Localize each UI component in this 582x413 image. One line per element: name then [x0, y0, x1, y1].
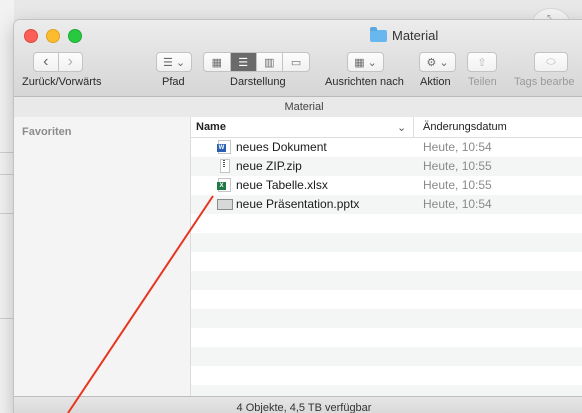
file-rows: neues Dokument Heute, 10:54 neue ZIP.zip… [191, 138, 582, 404]
empty-row [191, 252, 582, 271]
icon-view-icon[interactable]: ▦ [204, 53, 231, 71]
arrange-label: Ausrichten nach [325, 76, 404, 88]
tags-button[interactable]: ⬭ [534, 52, 568, 72]
chevron-down-icon: ⌄ [175, 56, 186, 69]
share-label: Teilen [468, 76, 497, 88]
path-list-icon: ☰ [162, 56, 173, 69]
share-icon: ⇧ [477, 56, 487, 69]
sidebar: Favoriten [14, 117, 191, 397]
file-list: Name ⌄ Änderungsdatum neues Dokument Heu… [191, 117, 582, 404]
file-date: Heute, 10:55 [423, 178, 492, 192]
empty-row [191, 309, 582, 328]
sidebar-heading-favorites: Favoriten [22, 126, 72, 138]
path-bar: Material [14, 97, 582, 118]
empty-row [191, 214, 582, 233]
arrange-button[interactable]: ▦ ⌄ [347, 52, 384, 72]
table-row[interactable]: neue Tabelle.xlsx Heute, 10:55 [191, 176, 582, 195]
back-forward-control: ‹ › [33, 52, 83, 72]
empty-row [191, 366, 582, 385]
view-label: Darstellung [230, 76, 286, 88]
empty-row [191, 347, 582, 366]
column-header-name[interactable]: Name [196, 121, 226, 133]
minimize-button[interactable] [46, 29, 60, 43]
action-button[interactable]: ⚙ ⌄ [419, 52, 456, 72]
empty-row [191, 328, 582, 347]
file-name: neue Präsentation.pptx [236, 197, 360, 211]
path-label: Pfad [162, 76, 185, 88]
arrange-grid-icon: ▦ [354, 56, 365, 69]
word-document-icon [217, 140, 231, 154]
back-button[interactable]: ‹ [34, 53, 59, 71]
gear-icon: ⚙ [426, 56, 437, 69]
tag-icon: ⬭ [546, 55, 556, 68]
empty-row [191, 290, 582, 309]
chevron-down-icon: ⌄ [439, 56, 449, 69]
finder-window: Material ‹ › Zurück/Vorwärts ☰ ⌄ Pfad ▦ … [14, 20, 582, 413]
file-date: Heute, 10:55 [423, 159, 492, 173]
table-row[interactable]: neues Dokument Heute, 10:54 [191, 138, 582, 157]
forward-button[interactable]: › [59, 53, 83, 71]
action-label: Aktion [420, 76, 451, 88]
window-title: Material [370, 26, 439, 43]
file-name: neues Dokument [236, 140, 327, 154]
status-bar: 4 Objekte, 4,5 TB verfügbar [14, 396, 582, 413]
column-view-icon[interactable]: ▥ [257, 53, 284, 71]
presentation-file-icon [217, 199, 233, 210]
zip-file-icon [220, 159, 230, 173]
title-toolbar: Material ‹ › Zurück/Vorwärts ☰ ⌄ Pfad ▦ … [14, 20, 582, 97]
empty-row [191, 233, 582, 252]
column-header-date[interactable]: Änderungsdatum [423, 121, 507, 133]
share-button[interactable]: ⇧ [467, 52, 497, 72]
empty-row [191, 271, 582, 290]
table-row[interactable]: neue ZIP.zip Heute, 10:55 [191, 157, 582, 176]
content-area: Favoriten Name ⌄ Änderungsdatum neues Do… [14, 117, 582, 404]
window-controls [24, 29, 82, 43]
file-date: Heute, 10:54 [423, 140, 492, 154]
table-row[interactable]: neue Präsentation.pptx Heute, 10:54 [191, 195, 582, 214]
tags-label: Tags bearbe [514, 76, 575, 88]
chevron-down-icon: ⌄ [397, 122, 407, 134]
view-segmented-control: ▦ ☰ ▥ ▭ [203, 52, 310, 72]
chevron-down-icon: ⌄ [367, 56, 377, 69]
gallery-view-icon[interactable]: ▭ [283, 53, 309, 71]
file-date: Heute, 10:54 [423, 197, 492, 211]
file-name: neue Tabelle.xlsx [236, 178, 328, 192]
close-button[interactable] [24, 29, 38, 43]
excel-file-icon [217, 178, 231, 192]
path-button[interactable]: ☰ ⌄ [156, 52, 192, 72]
background-strip [0, 0, 14, 413]
back-forward-label: Zurück/Vorwärts [22, 76, 102, 88]
column-separator[interactable] [413, 117, 414, 137]
zoom-button[interactable] [68, 29, 82, 43]
window-title-text: Material [392, 28, 439, 43]
list-header: Name ⌄ Änderungsdatum [191, 117, 582, 138]
file-name: neue ZIP.zip [236, 159, 302, 173]
folder-icon [370, 26, 387, 42]
list-view-icon[interactable]: ☰ [230, 53, 257, 71]
